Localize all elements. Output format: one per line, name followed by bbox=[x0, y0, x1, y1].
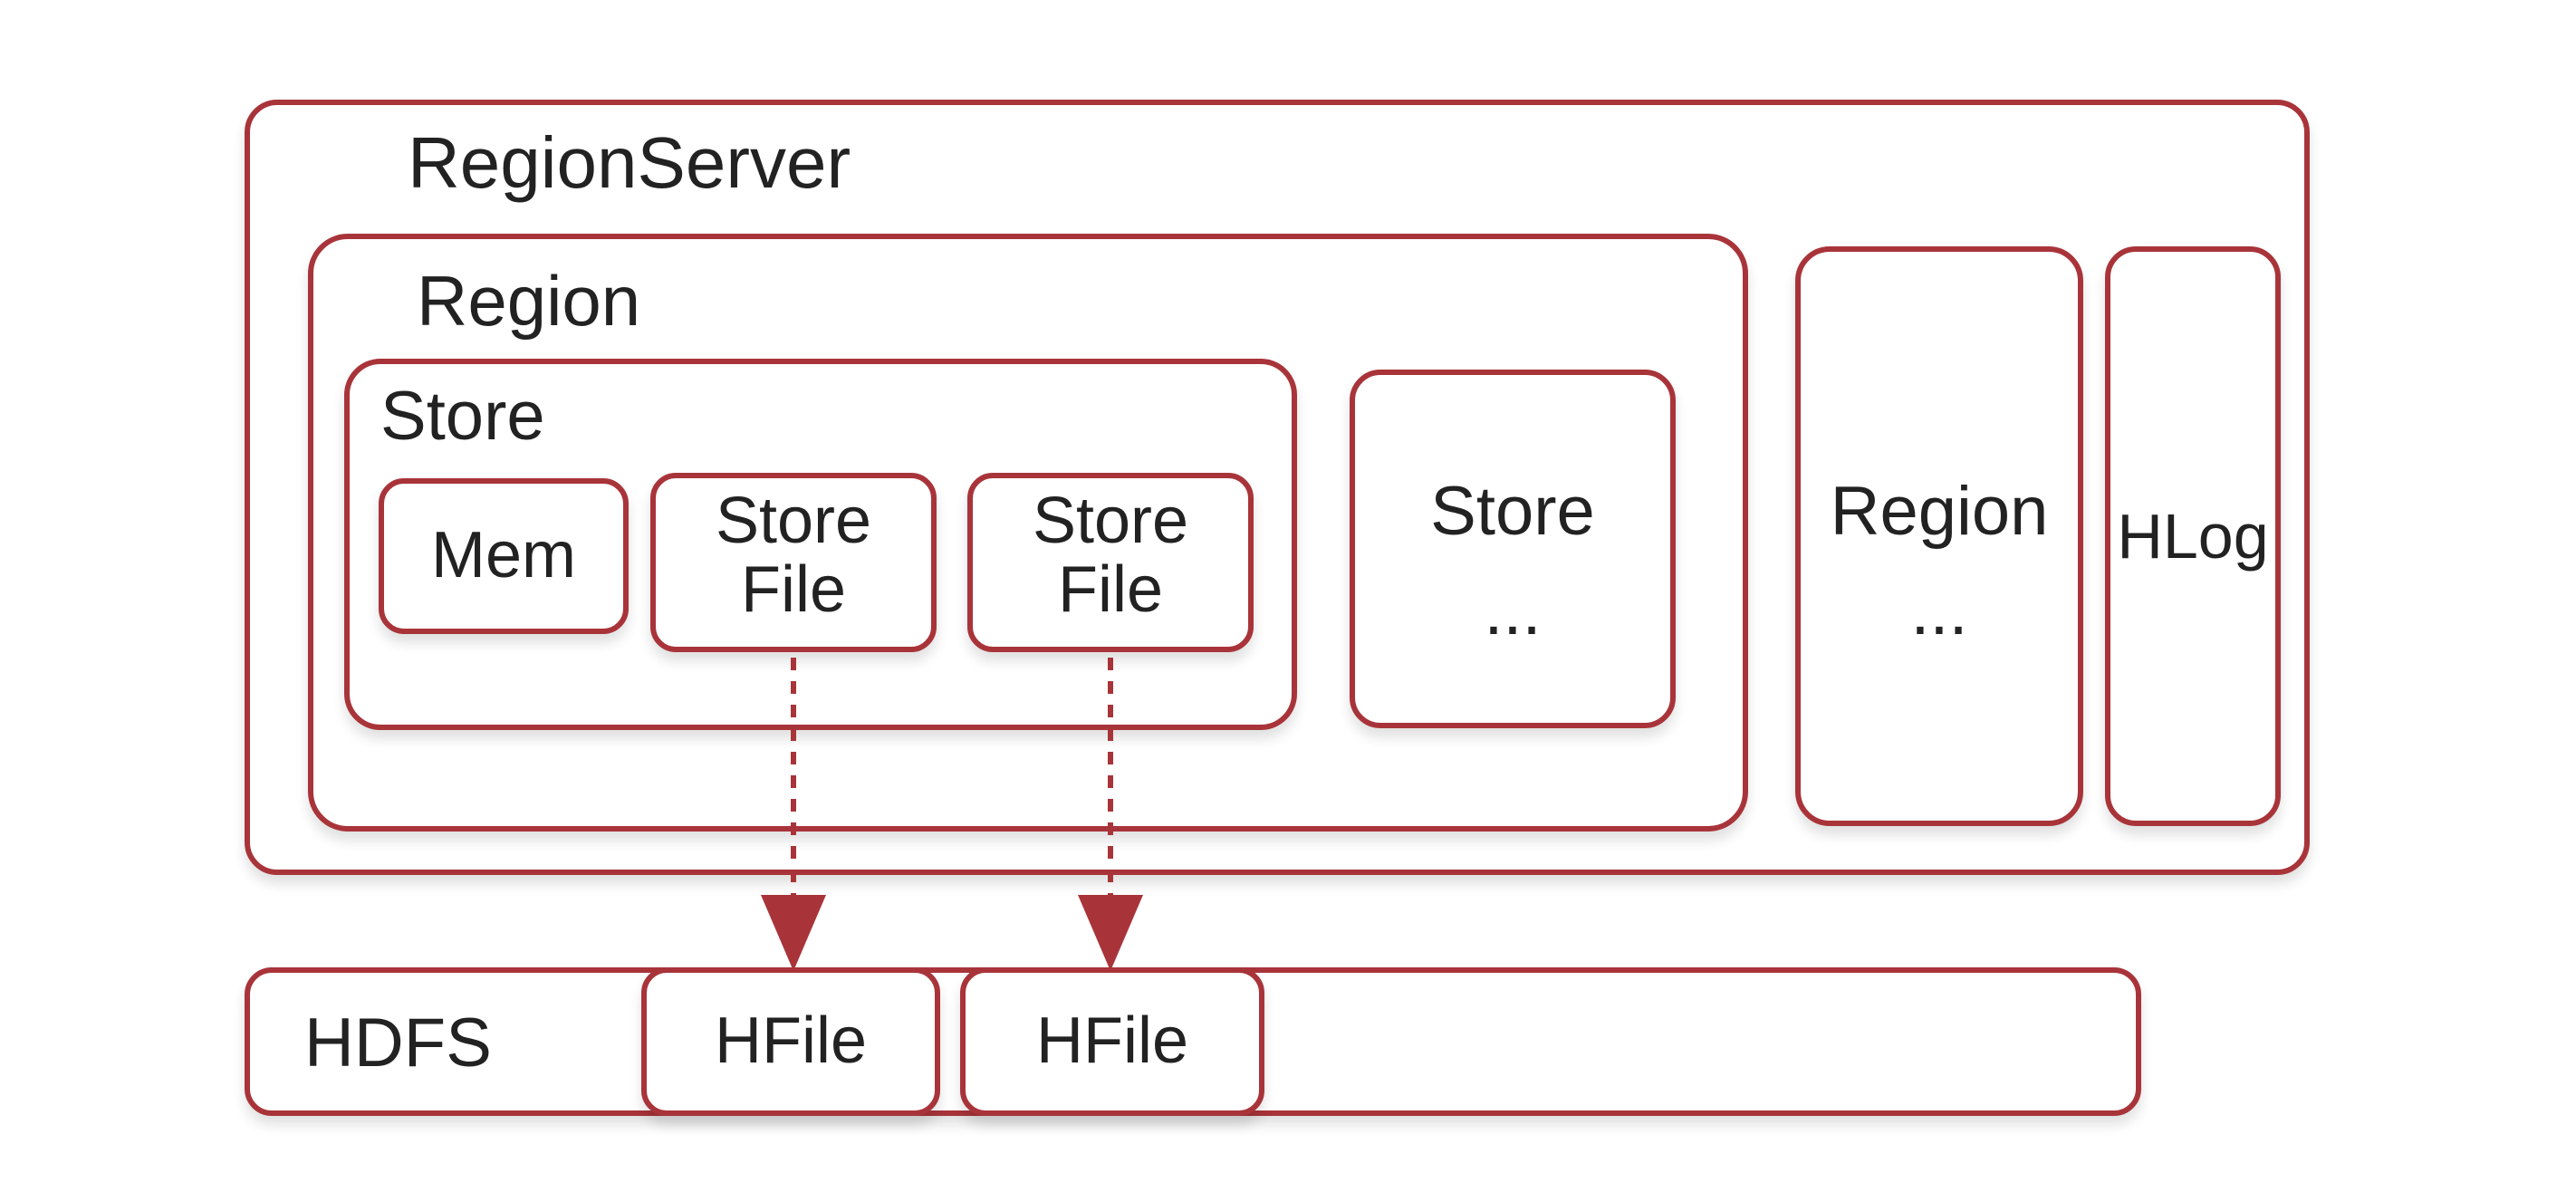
storefile2-label: Store File bbox=[967, 487, 1254, 624]
diagram-stage: RegionServer Region Store Mem Store File… bbox=[0, 0, 2576, 1192]
store-more-label: Store ... bbox=[1350, 462, 1676, 661]
regionserver-title: RegionServer bbox=[408, 125, 851, 201]
hfile1-label: HFile bbox=[641, 1007, 940, 1076]
hfile2-label: HFile bbox=[960, 1007, 1264, 1076]
hlog-label: HLog bbox=[2105, 504, 2281, 571]
storefile1-label: Store File bbox=[650, 487, 937, 624]
region-more-label: Region ... bbox=[1795, 462, 2083, 661]
region-title: Region bbox=[417, 264, 640, 339]
store-title: Store bbox=[380, 380, 545, 453]
mem-label: Mem bbox=[379, 522, 629, 591]
hdfs-title: HDFS bbox=[304, 1007, 492, 1080]
